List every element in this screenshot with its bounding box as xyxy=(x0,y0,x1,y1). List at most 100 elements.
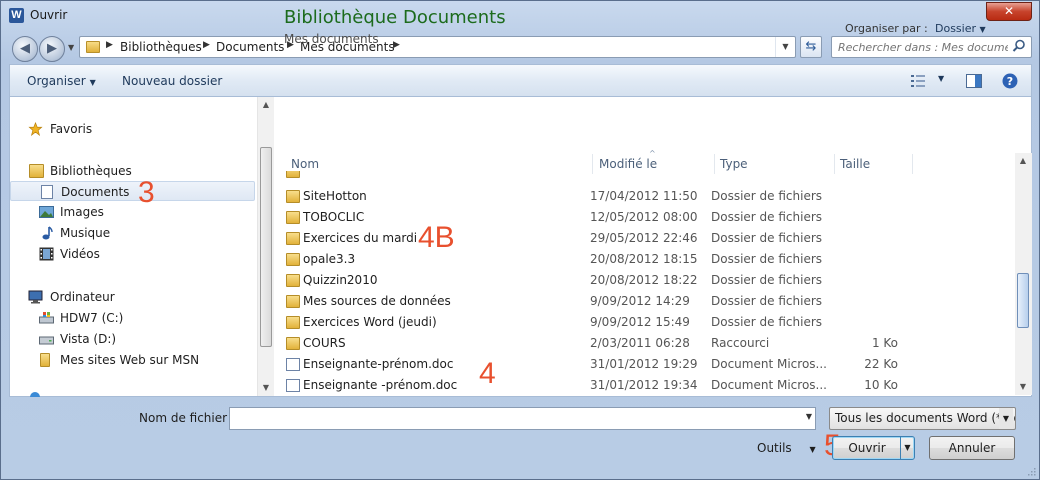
file-row[interactable]: TOBOCLIC 12/05/2012 08:00 Dossier de fichi… xyxy=(278,207,1006,228)
refresh-icon: ⇆ xyxy=(805,39,817,54)
chevron-down-icon[interactable]: ▼ xyxy=(806,412,812,421)
search-icon[interactable] xyxy=(1011,38,1027,54)
navigation-scroll-thumb[interactable] xyxy=(260,147,272,347)
back-button[interactable]: ◀ xyxy=(12,36,38,62)
file-type-filter[interactable]: Tous les documents Word (*.doc ▼ xyxy=(829,407,1016,430)
sort-ascending-icon: ^ xyxy=(649,149,656,158)
nav-images-label: Images xyxy=(60,205,104,219)
nav-images[interactable]: Images xyxy=(10,202,255,222)
nav-music[interactable]: Musique xyxy=(10,223,255,243)
recent-pages-dropdown[interactable]: ▼ xyxy=(68,43,74,52)
file-date: 9/09/2012 14:29 xyxy=(590,294,690,308)
cancel-button[interactable]: Annuler xyxy=(929,436,1015,460)
change-view-icon[interactable] xyxy=(910,74,926,88)
word-doc-icon xyxy=(286,358,300,371)
file-name: Mes sources de données xyxy=(303,294,451,308)
file-date: 12/05/2012 08:00 xyxy=(590,210,698,224)
file-type: Dossier de fichiers xyxy=(711,210,823,224)
arrange-by-dropdown[interactable]: Dossier ▼ xyxy=(935,22,986,35)
file-name: Quizzin2010 xyxy=(303,273,378,287)
close-button[interactable]: ✕ xyxy=(986,2,1032,21)
breadcrumb-bibliotheques[interactable]: Bibliothèques xyxy=(120,40,202,54)
tools-button[interactable]: Outils ▼ xyxy=(757,441,816,455)
breadcrumb-arrow-icon[interactable]: ▶ xyxy=(203,40,210,50)
nav-libraries[interactable]: Bibliothèques xyxy=(10,161,255,181)
scroll-down-icon[interactable]: ▼ xyxy=(1015,379,1031,395)
file-row[interactable]: Enseignante-prénom.doc 31/01/2012 19:29 Do… xyxy=(278,354,1006,375)
file-type: Document Micros... xyxy=(711,378,827,392)
library-subtitle: Mes documents xyxy=(284,32,379,46)
computer-icon xyxy=(28,290,43,304)
help-icon[interactable]: ? xyxy=(1002,73,1018,89)
arrange-by-label: Organiser par : xyxy=(845,22,928,35)
file-type: Raccourci xyxy=(711,336,770,350)
folder-icon xyxy=(286,253,300,266)
file-date: 20/08/2012 18:22 xyxy=(590,273,698,287)
file-date: 2/03/2011 06:28 xyxy=(590,336,690,350)
file-name: COURS xyxy=(303,336,346,350)
nav-computer[interactable]: Ordinateur xyxy=(10,287,255,307)
new-folder-button[interactable]: Nouveau dossier xyxy=(122,74,222,88)
nav-drive-c[interactable]: HDW7 (C:) xyxy=(10,308,255,328)
nav-music-label: Musique xyxy=(60,226,111,240)
address-history-dropdown[interactable]: ▼ xyxy=(775,37,795,57)
shortcut-folder-icon xyxy=(286,337,300,350)
nav-favorites[interactable]: Favoris xyxy=(10,119,255,139)
breadcrumb-arrow-icon[interactable]: ▶ xyxy=(106,40,113,50)
annotation-4b: 4B xyxy=(418,221,455,254)
refresh-button[interactable]: ⇆ xyxy=(800,36,822,58)
open-button[interactable]: Ouvrir ▼ xyxy=(832,436,915,460)
address-bar[interactable]: ▶ Bibliothèques ▶ Documents ▶ Mes docume… xyxy=(79,36,796,58)
scroll-down-icon[interactable]: ▼ xyxy=(258,380,274,396)
file-name: Enseignante-prénom.doc xyxy=(303,357,454,371)
documents-library-icon xyxy=(41,185,53,199)
file-row[interactable]: Mes sources de données 9/09/2012 14:29 Dos… xyxy=(278,291,1006,312)
nav-msn-sites[interactable]: Mes sites Web sur MSN xyxy=(10,350,255,370)
file-list-scroll-thumb[interactable] xyxy=(1017,273,1029,328)
file-row[interactable]: Exercices du mardi 29/05/2012 22:46 Dossie… xyxy=(278,228,1006,249)
file-date: 29/05/2012 22:46 xyxy=(590,231,698,245)
scroll-up-icon[interactable]: ▲ xyxy=(1015,153,1031,169)
folder-icon xyxy=(286,171,300,178)
file-row[interactable]: opale3.3 20/08/2012 18:15 Dossier de fichi… xyxy=(278,249,1006,270)
view-options-dropdown[interactable]: ▼ xyxy=(938,74,944,83)
folder-icon xyxy=(286,274,300,287)
images-icon xyxy=(39,206,54,218)
file-row[interactable]: Enseignante -prénom.doc 31/01/2012 19:34 D… xyxy=(278,375,1006,396)
file-type: Document Micros... xyxy=(711,357,827,371)
filename-input[interactable] xyxy=(230,408,795,429)
file-type: Dossier de fichiers xyxy=(711,252,823,266)
file-row-partial[interactable] xyxy=(278,171,1006,179)
arrange-by-value: Dossier xyxy=(935,22,977,35)
word-doc-icon xyxy=(286,379,300,392)
file-list-scrollbar[interactable]: ▲ ▼ xyxy=(1015,153,1032,395)
organize-button[interactable]: Organiser ▼ xyxy=(27,74,96,88)
open-options-dropdown[interactable]: ▼ xyxy=(900,437,914,459)
file-date: 20/08/2012 18:15 xyxy=(590,252,698,266)
forward-arrow-icon: ▶ xyxy=(47,41,57,56)
nav-documents[interactable]: Documents xyxy=(10,181,255,201)
network-icon xyxy=(30,392,40,397)
navigation-scrollbar[interactable]: ▲ ▼ xyxy=(257,97,274,396)
search-input[interactable] xyxy=(832,37,1008,57)
preview-pane-icon[interactable] xyxy=(966,74,982,88)
command-bar: Organiser ▼ Nouveau dossier ▼ ? xyxy=(9,64,1032,96)
resize-grip-icon[interactable] xyxy=(1026,466,1036,476)
scroll-up-icon[interactable]: ▲ xyxy=(258,97,274,113)
file-row[interactable]: Exercices Word (jeudi) 9/09/2012 15:49 Dos… xyxy=(278,312,1006,333)
file-row[interactable]: Quizzin2010 20/08/2012 18:22 Dossier de fi… xyxy=(278,270,1006,291)
search-box[interactable] xyxy=(831,36,1032,58)
breadcrumb-arrow-icon[interactable]: ▶ xyxy=(393,40,400,50)
file-row[interactable]: SiteHotton 17/04/2012 11:50 Dossier de fic… xyxy=(278,186,1006,207)
breadcrumb-documents[interactable]: Documents xyxy=(216,40,284,54)
file-row[interactable]: COURS 2/03/2011 06:28 Raccourci 1 Ko xyxy=(278,333,1006,354)
file-name: opale3.3 xyxy=(303,252,356,266)
nav-drive-d[interactable]: Vista (D:) xyxy=(10,329,255,349)
forward-button[interactable]: ▶ xyxy=(39,36,65,62)
nav-videos[interactable]: Vidéos xyxy=(10,244,255,264)
svg-text:?: ? xyxy=(1007,75,1013,88)
word-app-icon: W xyxy=(9,8,24,23)
filename-field[interactable]: ▼ xyxy=(229,407,816,430)
file-name: Exercices du mardi xyxy=(303,231,418,245)
back-arrow-icon: ◀ xyxy=(20,41,30,56)
